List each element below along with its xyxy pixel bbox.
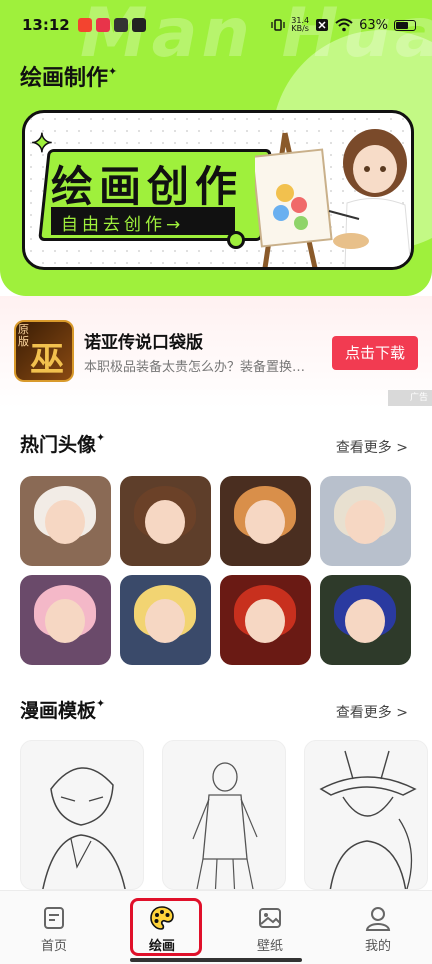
avatar-card[interactable] xyxy=(120,476,211,566)
tab-home-label: 首页 xyxy=(40,939,67,954)
status-app-icons xyxy=(77,18,146,32)
avatar-face xyxy=(145,599,185,643)
wifi-icon xyxy=(335,18,353,32)
net-speed: 31.4 KB/s xyxy=(291,17,309,33)
app-notification-icon xyxy=(95,18,110,32)
banner-circle-decoration xyxy=(227,231,245,249)
template-card[interactable] xyxy=(304,740,428,890)
vibrate-icon xyxy=(271,19,285,31)
avatar-card[interactable] xyxy=(320,476,411,566)
game-app-icon[interactable]: 原版 巫 xyxy=(14,320,74,382)
app-notification-icon xyxy=(131,18,146,32)
status-time: 13:12 xyxy=(22,16,70,34)
avatar-face xyxy=(45,500,85,544)
hot-avatars-title-text: 热门头像 xyxy=(20,434,97,456)
avatar-grid xyxy=(20,476,412,665)
status-bar: 13:12 31.4 KB/s 63% xyxy=(0,0,432,50)
avatar-card[interactable] xyxy=(220,476,311,566)
avatar-card[interactable] xyxy=(320,575,411,665)
no-sim-icon xyxy=(316,19,329,31)
avatar-face xyxy=(45,599,85,643)
sparkle-icon: ✦ xyxy=(96,697,106,710)
page-title: 绘画制作✦ xyxy=(20,60,117,92)
avatar-face xyxy=(145,500,185,544)
status-right: 31.4 KB/s 63% xyxy=(271,17,416,33)
app-notification-icon xyxy=(77,18,92,32)
tab-wallpaper-label: 壁纸 xyxy=(256,939,283,954)
avatar-card[interactable] xyxy=(20,476,111,566)
painting-girl-illustration xyxy=(255,129,411,267)
battery-percent: 63% xyxy=(359,17,388,33)
sketch-thumbnail xyxy=(42,767,126,889)
comic-templates-see-more[interactable]: 查看更多 > xyxy=(336,702,408,722)
image-icon xyxy=(259,908,281,928)
ad-label: 广告 xyxy=(388,390,432,406)
hot-avatars-see-more[interactable]: 查看更多 > xyxy=(336,437,408,457)
avatar-face xyxy=(345,599,385,643)
comic-templates-title-text: 漫画模板 xyxy=(20,700,97,722)
sparkle-icon: ✦ xyxy=(96,431,106,444)
avatar-card[interactable] xyxy=(220,575,311,665)
avatar-face xyxy=(345,500,385,544)
battery-icon xyxy=(394,19,416,31)
ad-download-button[interactable]: 点击下载 xyxy=(332,336,418,370)
banner-create-button[interactable]: 自由去创作→ xyxy=(51,207,235,235)
tab-mine[interactable]: 我的 xyxy=(324,891,432,964)
tab-wallpaper[interactable]: 壁纸 xyxy=(216,891,324,964)
drawing-banner[interactable]: ✦ 绘画创作 自由去创作→ xyxy=(22,110,414,270)
app-notification-icon xyxy=(113,18,128,32)
home-indicator[interactable] xyxy=(130,958,302,962)
avatar-face xyxy=(245,500,285,544)
ad-title: 诺亚传说口袋版 xyxy=(84,333,203,353)
avatar-card[interactable] xyxy=(20,575,111,665)
net-speed-unit: KB/s xyxy=(291,24,309,33)
template-card[interactable] xyxy=(162,740,286,890)
active-tab-highlight xyxy=(130,898,202,956)
sketch-thumbnail xyxy=(319,750,417,889)
banner-title: 绘画创作 xyxy=(51,162,244,211)
ad-description: 本职极品装备太贵怎么办？装备置换… xyxy=(84,360,306,375)
hot-avatars-title: 热门头像✦ xyxy=(20,430,105,457)
template-row xyxy=(20,740,432,890)
bottom-tab-bar: 首页 绘画 壁纸 我的 xyxy=(0,890,432,964)
home-icon xyxy=(44,907,64,929)
page-title-text: 绘画制作 xyxy=(20,66,109,91)
comic-templates-title: 漫画模板✦ xyxy=(20,696,105,723)
sparkle-icon: ✦ xyxy=(108,65,118,78)
game-logo-icon: 巫 xyxy=(30,340,64,380)
avatar-face xyxy=(245,599,285,643)
user-icon xyxy=(365,907,391,931)
avatar-card[interactable] xyxy=(120,575,211,665)
tab-home[interactable]: 首页 xyxy=(0,891,108,964)
tab-mine-label: 我的 xyxy=(364,939,391,954)
sketch-thumbnail xyxy=(192,762,258,889)
template-card[interactable] xyxy=(20,740,144,890)
